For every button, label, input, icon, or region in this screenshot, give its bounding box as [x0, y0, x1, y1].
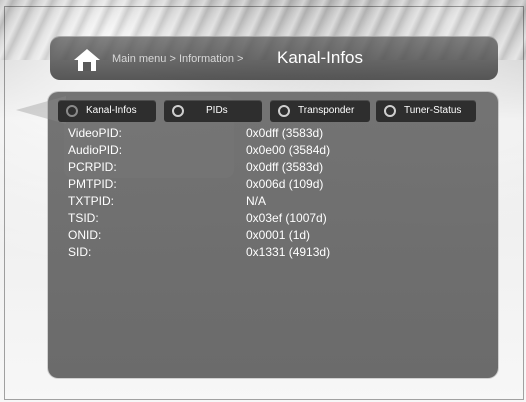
tab-label: Transponder	[298, 105, 355, 116]
tab-pids[interactable]: PIDs	[164, 100, 262, 122]
info-row-audiopid: AudioPID: 0x0e00 (3584d)	[68, 143, 468, 160]
radio-button-icon	[278, 105, 290, 117]
info-value: 0x0dff (3583d)	[246, 160, 324, 174]
info-label: PMTPID:	[68, 177, 117, 191]
tab-label: Kanal-Infos	[86, 105, 137, 116]
info-row-videopid: VideoPID: 0x0dff (3583d)	[68, 126, 468, 143]
info-value: 0x0e00 (3584d)	[246, 143, 331, 157]
info-label: PCRPID:	[68, 160, 117, 174]
info-row-onid: ONID: 0x0001 (1d)	[68, 228, 468, 245]
info-label: TSID:	[68, 211, 99, 225]
info-label: AudioPID:	[68, 143, 123, 157]
info-value: 0x006d (109d)	[246, 177, 324, 191]
info-label: VideoPID:	[68, 126, 122, 140]
radio-button-icon	[172, 105, 184, 117]
tab-kanal-infos[interactable]: Kanal-Infos	[58, 100, 156, 122]
info-label: SID:	[68, 245, 92, 259]
info-row-tsid: TSID: 0x03ef (1007d)	[68, 211, 468, 228]
info-row-pcrpid: PCRPID: 0x0dff (3583d)	[68, 160, 468, 177]
breadcrumb: Main menu > Information >	[112, 53, 244, 65]
tab-label: PIDs	[206, 105, 228, 116]
info-value: 0x0dff (3583d)	[246, 126, 324, 140]
info-row-sid: SID: 0x1331 (4913d)	[68, 245, 468, 262]
page-title: Kanal-Infos	[277, 48, 363, 67]
info-value: 0x0001 (1d)	[246, 228, 311, 242]
info-value: 0x1331 (4913d)	[246, 245, 331, 259]
tab-transponder[interactable]: Transponder	[270, 100, 370, 122]
tab-label: Tuner-Status	[404, 105, 462, 116]
info-label: ONID:	[68, 228, 102, 242]
tab-bar: Kanal-Infos PIDs Transponder Tuner-Statu…	[58, 100, 478, 126]
info-label: TXTPID:	[68, 194, 115, 208]
info-value: N/A	[246, 194, 267, 208]
home-icon[interactable]	[72, 47, 102, 73]
tv-menu-screen: Main menu > Information > Kanal-Infos Ka…	[0, 0, 526, 402]
info-row-pmtpid: PMTPID: 0x006d (109d)	[68, 177, 468, 194]
tab-tuner-status[interactable]: Tuner-Status	[376, 100, 476, 122]
radio-button-icon	[384, 105, 396, 117]
info-value: 0x03ef (1007d)	[246, 211, 327, 225]
radio-button-icon	[66, 105, 78, 117]
info-row-txtpid: TXTPID: N/A	[68, 194, 468, 211]
